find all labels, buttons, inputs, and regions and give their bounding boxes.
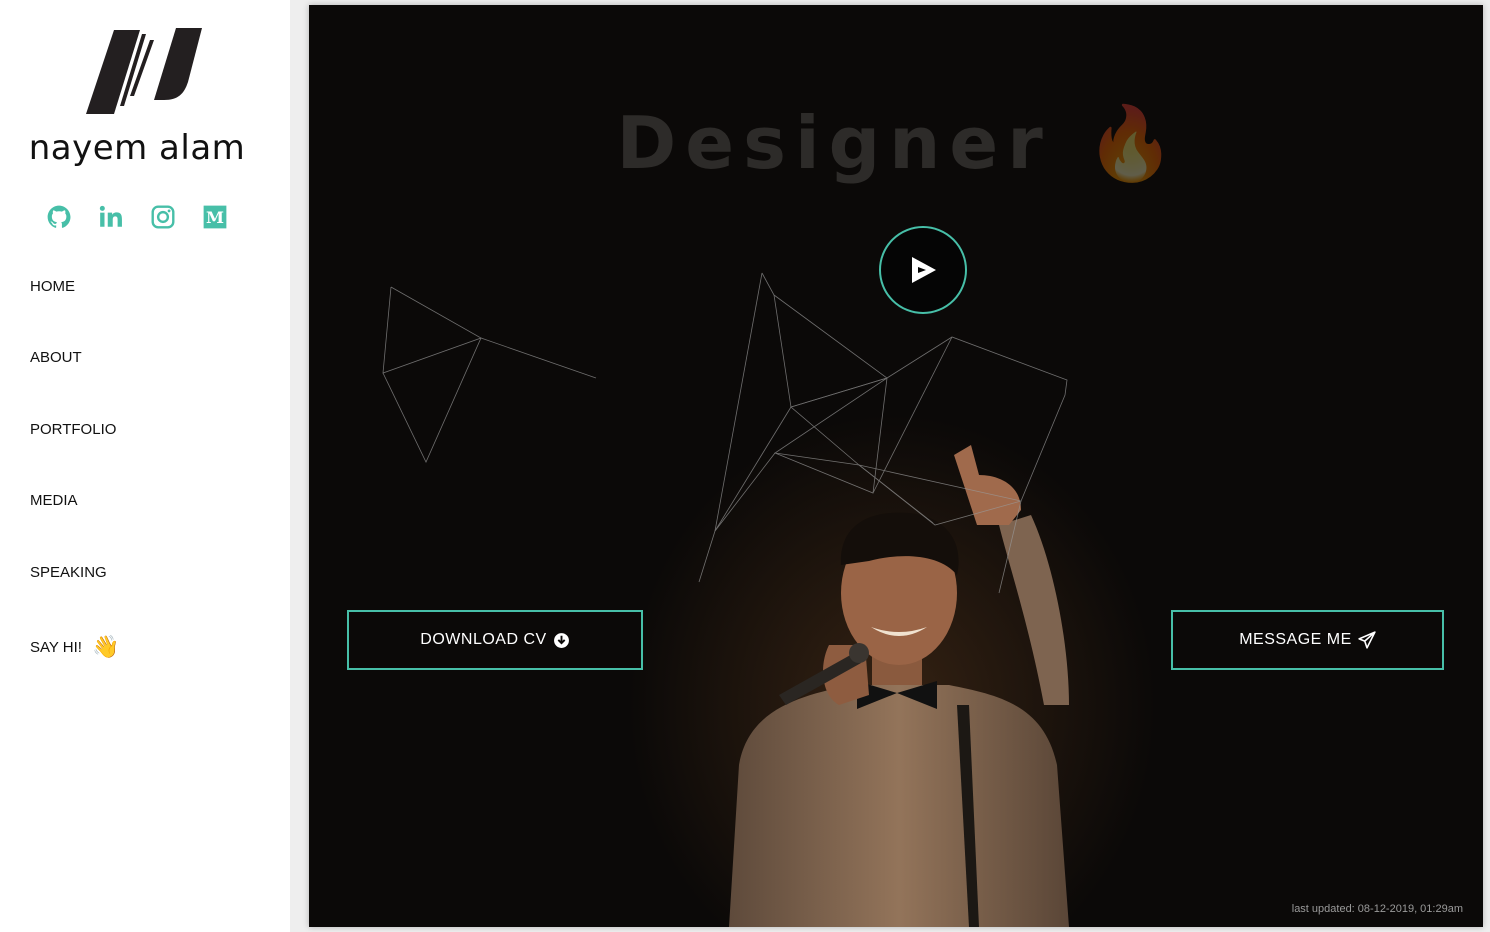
download-cv-label: DOWNLOAD CV [420, 631, 547, 648]
linkedin-icon[interactable] [98, 204, 124, 230]
paper-plane-icon [1358, 631, 1376, 649]
message-me-label: MESSAGE ME [1239, 631, 1352, 648]
social-links: M [46, 204, 228, 230]
nav-media-label: MEDIA [30, 492, 78, 509]
hero-headline: Designer 🔥 [309, 101, 1483, 186]
nav-about-label: ABOUT [30, 349, 82, 366]
nav-portfolio[interactable]: PORTFOLIO [30, 421, 116, 438]
nav-say-hi-label: SAY HI! [30, 638, 82, 656]
play-icon [912, 257, 936, 283]
download-cv-button[interactable]: DOWNLOAD CV [347, 610, 643, 670]
sidebar: nayem alam M HOME ABOUT PORTFOLIO MEDIA … [0, 0, 290, 932]
nav-portfolio-label: PORTFOLIO [30, 421, 117, 438]
waving-hand-icon: 👋 [91, 634, 120, 659]
play-video-button[interactable] [879, 226, 967, 314]
message-me-button[interactable]: MESSAGE ME [1171, 610, 1444, 670]
download-circle-icon [553, 632, 569, 648]
hero-headline-text: Designer [616, 101, 1052, 185]
hero-section: Designer 🔥 DOWNLOAD CV MESSAGE ME last u… [309, 5, 1483, 927]
instagram-icon[interactable] [150, 204, 176, 230]
nav-say-hi[interactable]: SAY HI! 👋 [30, 634, 119, 660]
brand-logo[interactable] [84, 26, 204, 116]
nav-about[interactable]: ABOUT [30, 349, 82, 366]
fire-icon: 🔥 [1085, 101, 1176, 185]
nav-speaking[interactable]: SPEAKING [30, 564, 107, 581]
nav-media[interactable]: MEDIA [30, 492, 78, 509]
medium-icon[interactable]: M [202, 204, 228, 230]
brand-name[interactable]: nayem alam [0, 128, 274, 168]
github-icon[interactable] [46, 204, 72, 230]
nav-home[interactable]: HOME [30, 278, 75, 295]
nav-speaking-label: SPEAKING [30, 564, 107, 581]
svg-text:M: M [206, 208, 224, 227]
nav-home-label: HOME [30, 278, 75, 295]
last-updated-text: last updated: 08-12-2019, 01:29am [1291, 903, 1463, 915]
